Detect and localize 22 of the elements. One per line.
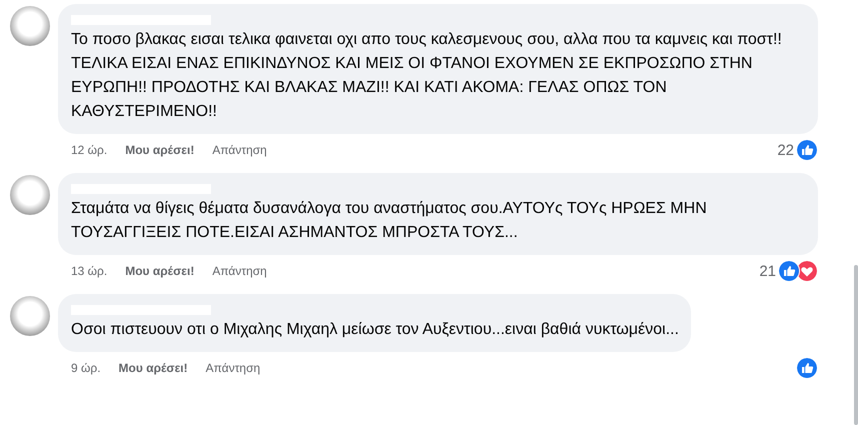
like-link[interactable]: Μου αρέσει!: [125, 264, 194, 278]
reaction-count[interactable]: 21: [759, 262, 776, 280]
heart-icon[interactable]: [796, 260, 818, 282]
thumbs-up-icon[interactable]: [778, 260, 800, 282]
avatar[interactable]: [10, 175, 50, 215]
comment-text: Οσοι πιστευουν οτι ο Μιχαλης Μιχαηλ μείωσε τον Αυξεντιου...ειναι βαθιά νυκτωμένοι...: [71, 320, 679, 340]
comment-time[interactable]: 9 ώρ.: [71, 361, 101, 375]
reply-link[interactable]: Απάντηση: [212, 264, 267, 278]
avatar[interactable]: [10, 296, 50, 336]
comment-text: Το ποσο βλακας εισαι τελικα φαινεται οχι απο τους καλεσμενους σου, αλλα που τα καμνεις και ποστ!! ΤΕΛΙΚΑ ΕΙΣΑΙ ΕΝΑΣ ΕΠΙΚΙΝΔΥΝΟΣ ΚΑΙ ΜΕΙΣ ΟΙ ΦΤΑΝΟΙ ΕΧΟΥΜΕΝ ΣΕ ΕΚΠΡΟΣΩΠΟ ΣΤΗΝ ΕΥΡΩΠΗ!! ΠΡΟΔΟΤΗΣ ΚΑΙ ΒΛΑΚΑΣ ΜΑΖΙ!! ΚΑΙ ΚΑΤΙ ΑΚΟΜΑ: ΓΕΛΑΣ ΟΠΩΣ ΤΟΝ ΚΑΘΥΣΤΕΡΙΜΕΝΟ!!: [71, 30, 783, 122]
like-link[interactable]: Μου αρέσει!: [125, 143, 194, 157]
thumbs-up-icon[interactable]: [796, 357, 818, 379]
reaction-count[interactable]: 22: [777, 142, 794, 158]
reply-link[interactable]: Απάντηση: [206, 361, 260, 375]
reply-link[interactable]: Απάντηση: [212, 143, 267, 157]
comment-time[interactable]: 13 ώρ.: [71, 264, 108, 278]
like-link[interactable]: Μου αρέσει!: [118, 361, 188, 375]
avatar[interactable]: [10, 6, 50, 46]
comment-time[interactable]: 12 ώρ.: [71, 143, 108, 157]
thumbs-up-icon[interactable]: [796, 139, 818, 161]
scrollbar[interactable]: [854, 265, 858, 425]
comment-text: Σταμάτα να θίγεις θέματα δυσανάλογα του αναστήματος σου.ΑΥΤΟΥς ΤΟΥς ΗΡΩΕΣ ΜΗΝ ΤΟΥΣΑΓΓΙΞΕΙΣ ΠΟΤΕ.ΕΙΣΑΙ ΑΣΗΜΑΝΤΟΣ ΜΠΡΟΣΤΑ ΤΟΥΣ...: [71, 199, 708, 243]
